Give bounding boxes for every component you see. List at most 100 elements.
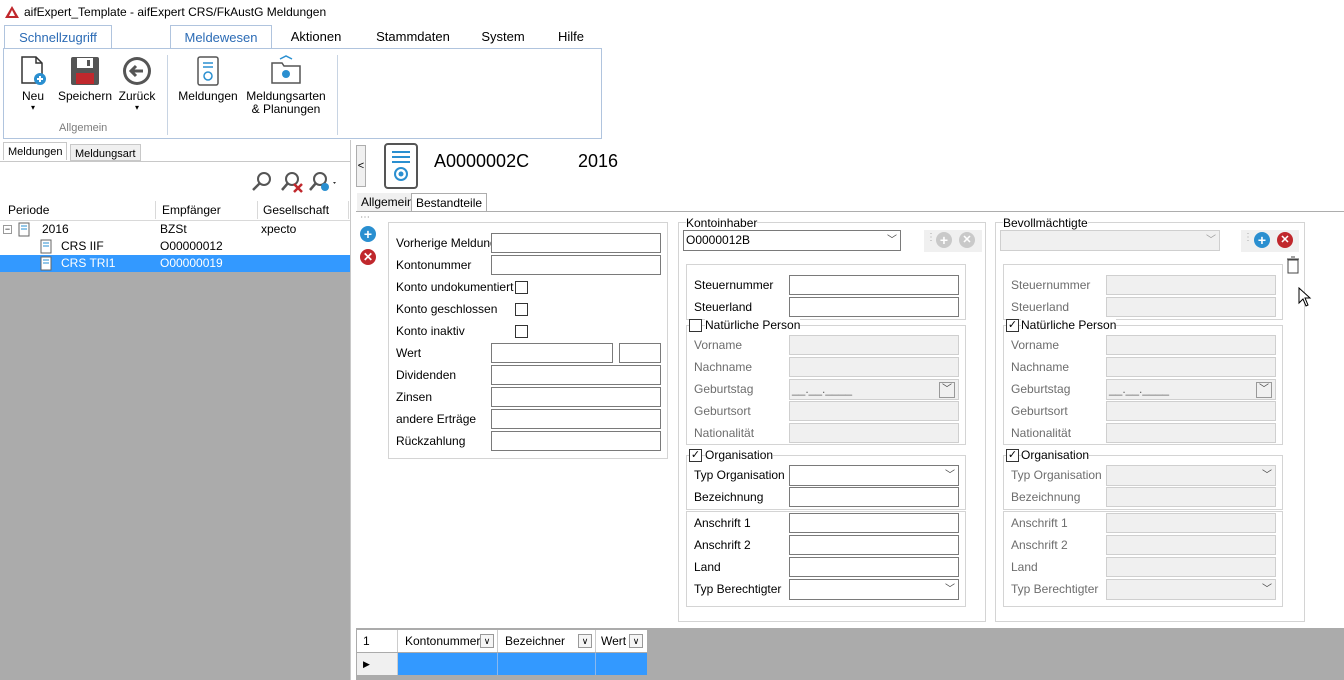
col-header-gesellschaft[interactable]: Gesellschaft (259, 201, 349, 219)
label-natuerliche-person: Natürliche Person (1021, 318, 1117, 332)
grid-cell-wert[interactable] (596, 653, 647, 675)
add-icon[interactable]: + (936, 232, 952, 248)
steuernummer-input[interactable] (1106, 275, 1276, 295)
clear-search-icon[interactable] (280, 170, 304, 194)
search-icon[interactable] (250, 170, 274, 194)
tab-bestandteile[interactable]: Bestandteile (411, 193, 488, 212)
drag-grip-icon[interactable]: ⋮ (926, 232, 936, 243)
wert-currency-input[interactable] (619, 343, 661, 363)
trash-icon[interactable] (1286, 256, 1300, 274)
vorname-input[interactable] (1106, 335, 1276, 355)
typ-organisation-select[interactable]: ﹀ (789, 465, 959, 486)
col-header-empfaenger[interactable]: Empfänger (158, 201, 258, 219)
vorherige-meldung-input[interactable] (491, 233, 661, 253)
tab-allgemein[interactable]: Allgemein (357, 193, 418, 212)
label-vorname: Vorname (1011, 338, 1060, 352)
typ-organisation-select[interactable]: ﹀ (1106, 465, 1276, 486)
wert-input[interactable] (491, 343, 613, 363)
label-nationalitaet: Nationalität (1011, 426, 1072, 440)
label-anschrift1: Anschrift 1 (1011, 516, 1068, 530)
meldungsarten-button[interactable]: Meldungsarten & Planungen (244, 55, 328, 116)
vorname-input[interactable] (789, 335, 959, 355)
label-vorherige-meldung: Vorherige Meldung (396, 236, 497, 250)
nachname-input[interactable] (1106, 357, 1276, 377)
tree-row-selected[interactable]: CRS TRI1 O00000019 (0, 255, 350, 272)
tab-meldungsart[interactable]: Meldungsart (70, 144, 141, 161)
filter-dropdown-icon[interactable]: ∨ (629, 634, 643, 648)
tab-meldewesen[interactable]: Meldewesen (170, 25, 272, 49)
add-icon[interactable]: + (1254, 232, 1270, 248)
tree-row[interactable]: CRS IIF O00000012 (0, 238, 350, 255)
kontonummer-input[interactable] (491, 255, 661, 275)
geburtstag-date-picker[interactable]: __.__.____ ﹀ (789, 379, 959, 400)
geburtsort-input[interactable] (789, 401, 959, 421)
tree-row[interactable]: − 2016 BZSt xpecto (0, 221, 350, 238)
tab-schnellzugriff[interactable]: Schnellzugriff (4, 25, 112, 49)
typ-berechtigter-select[interactable]: ﹀ (789, 579, 959, 600)
search-settings-icon[interactable] (308, 170, 338, 194)
col-header-periode[interactable]: Periode (4, 201, 156, 219)
nachname-input[interactable] (789, 357, 959, 377)
back-arrow-icon (123, 57, 151, 85)
drag-grip-icon[interactable]: ⋮ (1243, 232, 1253, 243)
tree-empfaenger: BZSt (160, 222, 187, 236)
bezeichnung-input[interactable] (789, 487, 959, 507)
typ-berechtigter-select[interactable]: ﹀ (1106, 579, 1276, 600)
label-nationalitaet: Nationalität (694, 426, 755, 440)
grid-cell-bezeichner[interactable] (498, 653, 596, 675)
filter-dropdown-icon[interactable]: ∨ (578, 634, 592, 648)
bezeichnung-input[interactable] (1106, 487, 1276, 507)
delete-icon[interactable]: ✕ (360, 249, 376, 265)
steuerland-input[interactable] (1106, 297, 1276, 317)
grid-header-kontonummer[interactable]: Kontonummer ∨ (398, 630, 498, 652)
organisation-checkbox[interactable]: ✓ (689, 449, 702, 462)
meldungen-button[interactable]: Meldungen (177, 55, 239, 103)
steuerland-input[interactable] (789, 297, 959, 317)
andere-ertraege-input[interactable] (491, 409, 661, 429)
speichern-button[interactable]: Speichern (57, 55, 113, 103)
land-input[interactable] (1106, 557, 1276, 577)
collapse-icon[interactable]: − (3, 225, 12, 234)
anschrift1-input[interactable] (789, 513, 959, 533)
filter-dropdown-icon[interactable]: ∨ (480, 634, 494, 648)
anschrift2-input[interactable] (789, 535, 959, 555)
zinsen-input[interactable] (491, 387, 661, 407)
konto-inaktiv-checkbox[interactable] (515, 325, 528, 338)
natuerliche-person-checkbox[interactable]: ✓ (1006, 319, 1019, 332)
anschrift1-input[interactable] (1106, 513, 1276, 533)
tab-stammdaten[interactable]: Stammdaten (368, 25, 458, 49)
delete-icon[interactable]: ✕ (1277, 232, 1293, 248)
dividenden-input[interactable] (491, 365, 661, 385)
neu-button[interactable]: Neu ▾ (16, 55, 50, 112)
collapse-left-button[interactable]: < (356, 145, 366, 187)
konto-undokumentiert-checkbox[interactable] (515, 281, 528, 294)
anschrift2-input[interactable] (1106, 535, 1276, 555)
report-certificate-icon (197, 56, 219, 86)
geburtsort-input[interactable] (1106, 401, 1276, 421)
nationalitaet-input[interactable] (789, 423, 959, 443)
nationalitaet-input[interactable] (1106, 423, 1276, 443)
steuernummer-input[interactable] (789, 275, 959, 295)
tab-hilfe[interactable]: Hilfe (548, 25, 594, 49)
rueckzahlung-input[interactable] (491, 431, 661, 451)
natuerliche-person-checkbox[interactable] (689, 319, 702, 332)
chevron-down-icon: ﹀ (1256, 382, 1272, 398)
kontoinhaber-select[interactable]: O0000012B ﹀ (683, 230, 901, 251)
grid-header-wert[interactable]: Wert ∨ (596, 630, 647, 652)
konto-geschlossen-checkbox[interactable] (515, 303, 528, 316)
tab-meldungen[interactable]: Meldungen (3, 142, 68, 160)
land-input[interactable] (789, 557, 959, 577)
drag-grip-icon[interactable]: ⋯ (360, 212, 370, 223)
label-vorname: Vorname (694, 338, 743, 352)
organisation-checkbox[interactable]: ✓ (1006, 449, 1019, 462)
tab-system[interactable]: System (474, 25, 532, 49)
geburtstag-date-picker[interactable]: __.__.____ ﹀ (1106, 379, 1276, 400)
delete-icon[interactable]: ✕ (959, 232, 975, 248)
tab-aktionen[interactable]: Aktionen (280, 25, 352, 49)
zurueck-button[interactable]: Zurück ▾ (117, 55, 157, 112)
bevollmaechtigte-select[interactable]: ﹀ (1000, 230, 1220, 251)
row-indicator-icon: ▶ (357, 653, 398, 675)
add-icon[interactable]: + (360, 226, 376, 242)
grid-header-bezeichner[interactable]: Bezeichner ∨ (498, 630, 596, 652)
grid-cell-kontonummer[interactable] (398, 653, 498, 675)
